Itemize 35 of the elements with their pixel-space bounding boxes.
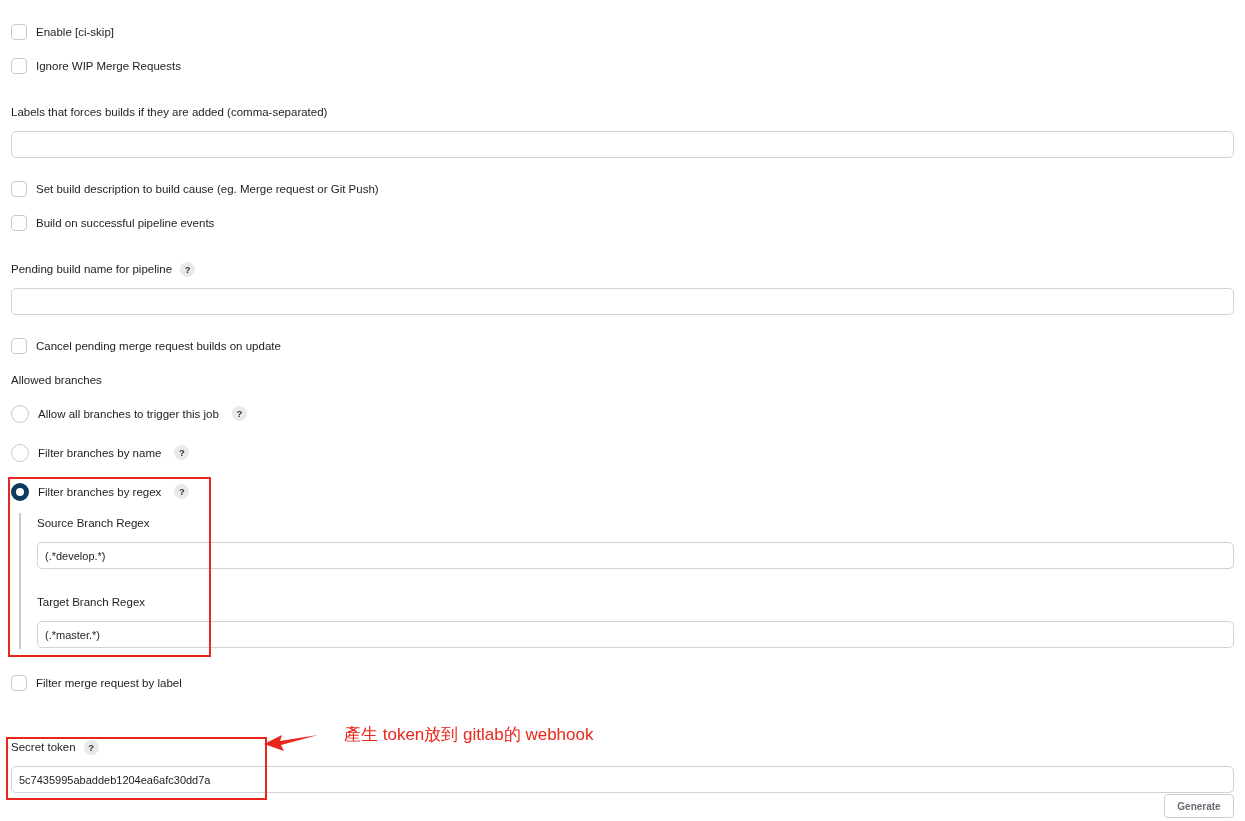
checkbox-label: Filter merge request by label [36, 677, 182, 689]
checkbox-label: Set build description to build cause (eg. Merge request or Git Push) [36, 183, 379, 195]
generate-button[interactable]: Generate [1164, 794, 1234, 818]
field-label: Labels that forces builds if they are added (comma-separated) [11, 106, 328, 118]
help-icon[interactable]: ? [231, 406, 247, 421]
help-icon[interactable]: ? [180, 261, 196, 277]
radio-label: Allow all branches to trigger this job [38, 407, 219, 420]
checkbox[interactable] [11, 181, 27, 197]
checkbox[interactable] [11, 58, 27, 74]
checkbox[interactable] [11, 24, 27, 40]
text-field[interactable] [11, 131, 1234, 158]
checkbox[interactable] [11, 675, 27, 691]
radio-label: Filter branches by regex [38, 485, 162, 498]
checkbox[interactable] [11, 338, 27, 354]
text-field[interactable]: (.*master.*) [37, 621, 1234, 648]
field-label: Target Branch Regex [37, 596, 146, 608]
field-label: Secret token [11, 741, 76, 753]
checkbox-label: Ignore WIP Merge Requests [36, 60, 181, 72]
annotation-text: 產生 token放到 gitlab的 webhook [344, 724, 594, 746]
field-label: Source Branch Regex [37, 517, 150, 529]
text-field[interactable]: (.*develop.*) [37, 542, 1234, 569]
field-label: Pending build name for pipeline [11, 263, 173, 275]
checkbox[interactable] [11, 215, 27, 231]
text-field[interactable] [11, 288, 1234, 315]
checkbox-label: Cancel pending merge request builds on update [36, 340, 281, 352]
radio-label: Filter branches by name [38, 446, 162, 459]
checkbox-label: Enable [ci-skip] [36, 26, 114, 38]
text-field[interactable]: 5c7435995abaddeb1204ea6afc30dd7a [11, 766, 1234, 793]
checkbox-label: Build on successful pipeline events [36, 217, 215, 229]
help-icon[interactable]: ? [174, 484, 190, 499]
radio-button[interactable] [11, 482, 29, 501]
section-label: Allowed branches [11, 373, 103, 388]
help-icon[interactable]: ? [174, 445, 190, 460]
arrow-icon [264, 732, 318, 752]
help-icon[interactable]: ? [83, 739, 99, 755]
